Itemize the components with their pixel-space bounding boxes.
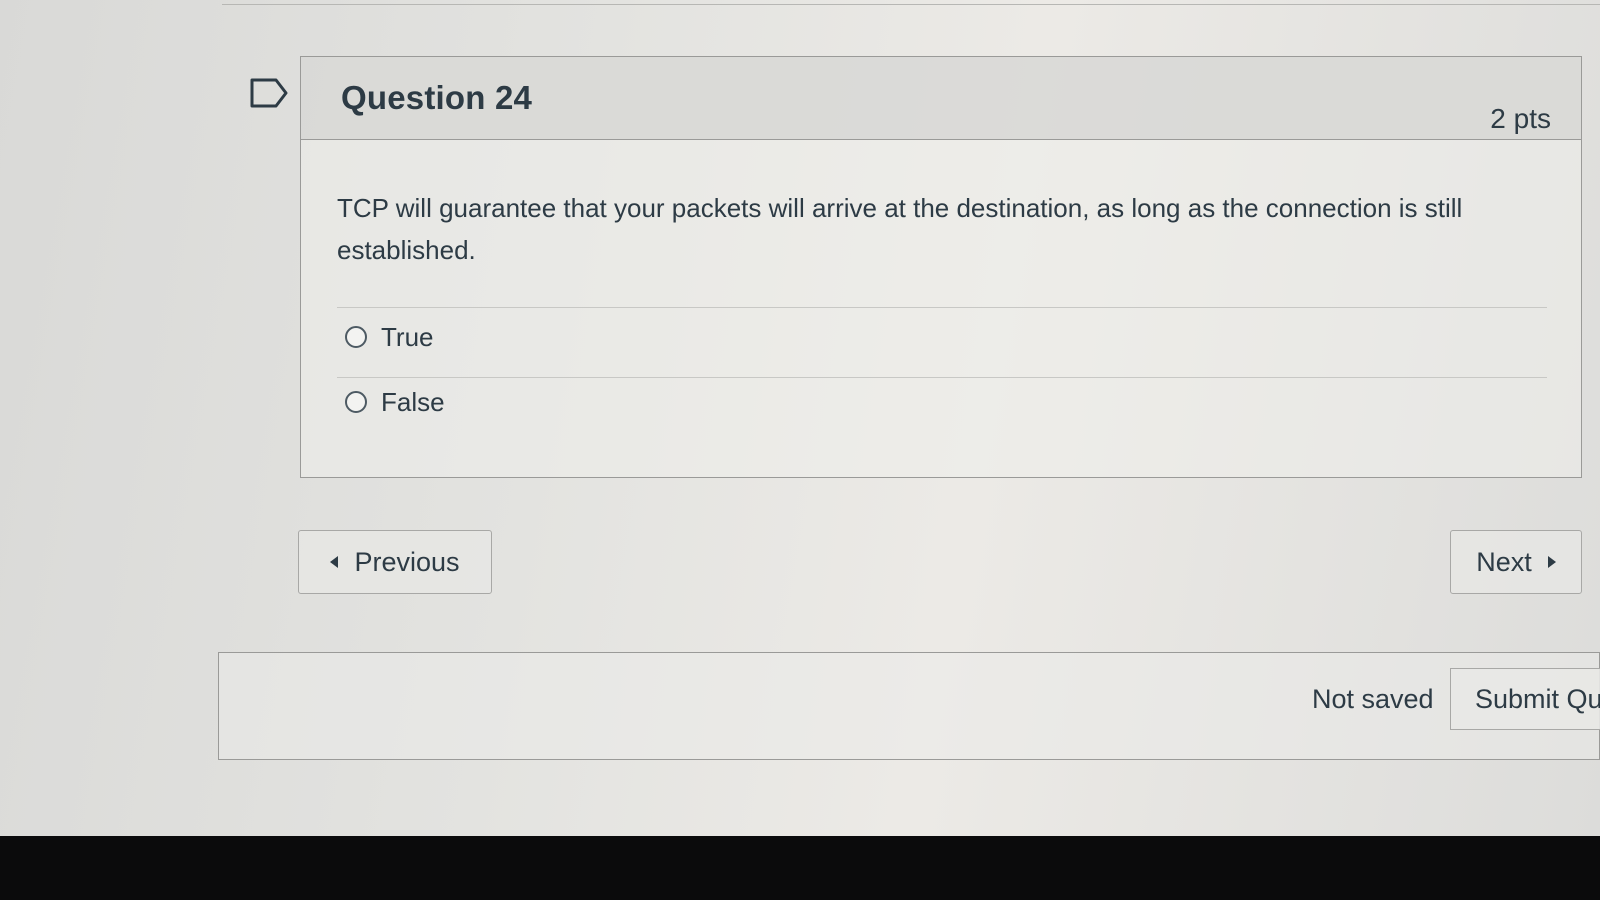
answers-divider — [337, 307, 1547, 308]
question-points: 2 pts — [1490, 103, 1551, 134]
question-header: Question 24 2 pts — [301, 57, 1581, 140]
next-button[interactable]: Next — [1450, 530, 1582, 594]
answer-option-true[interactable]: True — [345, 322, 434, 352]
answer-label: False — [381, 386, 445, 417]
caret-right-icon — [1547, 556, 1556, 568]
caret-left-icon — [330, 556, 339, 568]
bookmark-flag-icon[interactable] — [250, 78, 290, 108]
radio-button[interactable] — [345, 391, 367, 413]
answer-label: True — [381, 321, 434, 352]
radio-button[interactable] — [345, 326, 367, 348]
question-title: Question 24 — [341, 79, 533, 116]
screen-bezel — [0, 836, 1600, 900]
question-card: Question 24 2 pts TCP will guarantee tha… — [300, 56, 1582, 478]
save-status: Not saved — [1312, 684, 1434, 714]
previous-label: Previous — [354, 546, 460, 577]
next-label: Next — [1476, 546, 1532, 577]
submit-quiz-button[interactable]: Submit Qui — [1450, 668, 1600, 730]
previous-button[interactable]: Previous — [298, 530, 492, 594]
top-divider — [222, 4, 1600, 5]
answers-divider — [337, 377, 1547, 378]
question-text: TCP will guarantee that your packets wil… — [337, 193, 1463, 265]
answer-option-false[interactable]: False — [345, 387, 445, 417]
